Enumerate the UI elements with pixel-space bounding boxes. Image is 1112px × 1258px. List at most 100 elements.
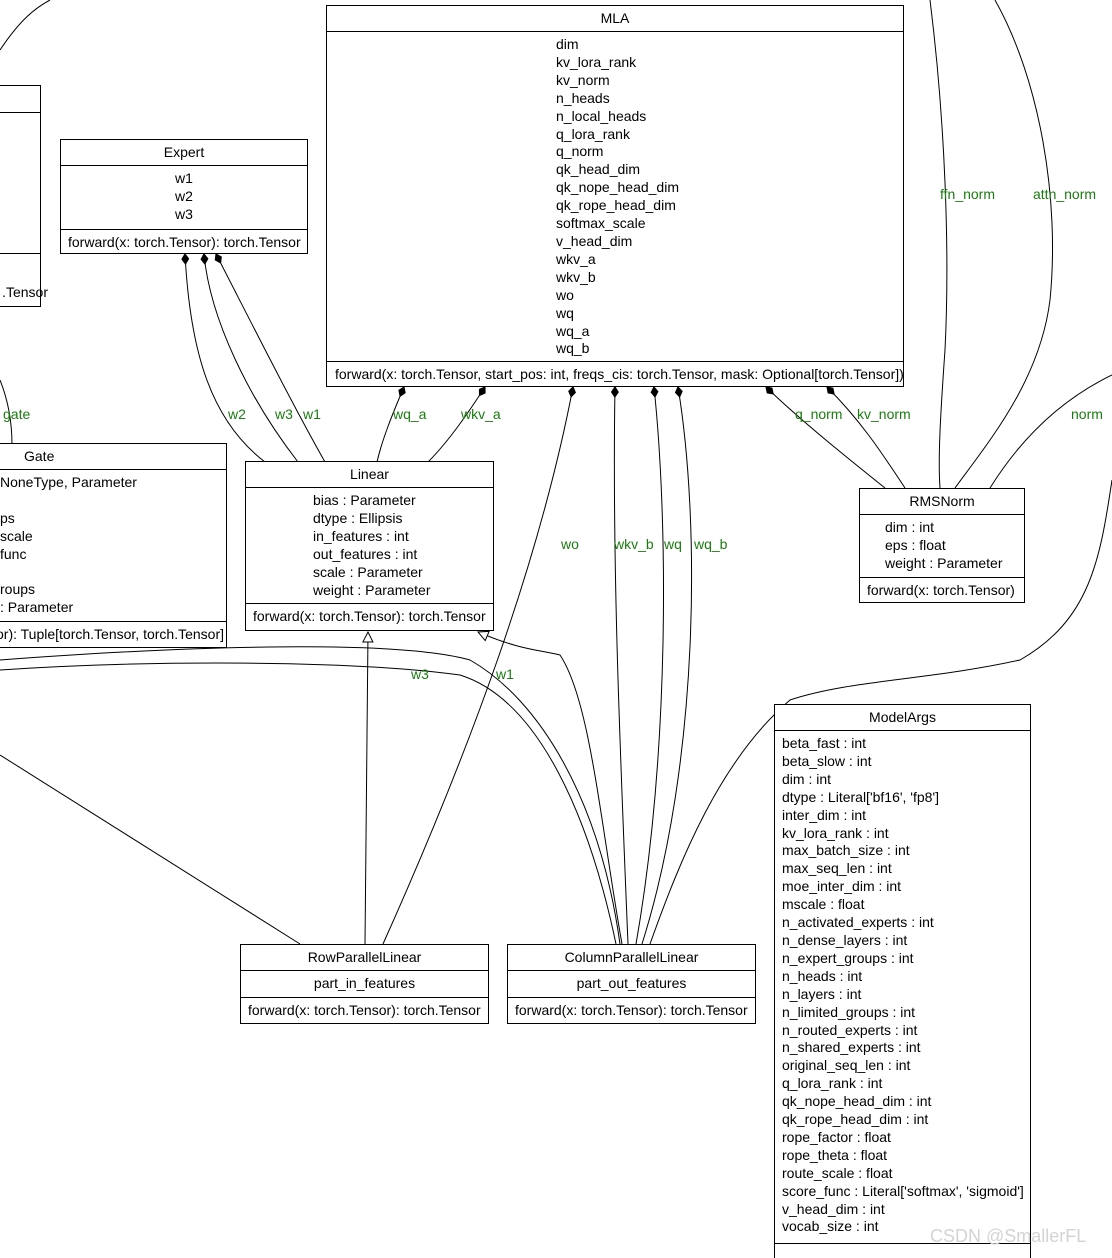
method-list: forward(x: torch.Tensor): torch.Tensor bbox=[241, 996, 488, 1023]
attribute: kv_norm bbox=[556, 71, 610, 88]
label-w2: w2 bbox=[228, 406, 246, 422]
attribute: ps bbox=[0, 509, 15, 526]
edge-wq bbox=[635, 386, 665, 945]
label-attn-norm: attn_norm bbox=[1033, 186, 1097, 202]
attribute: n_routed_experts : int bbox=[782, 1021, 918, 1038]
attribute: n_heads bbox=[556, 89, 610, 106]
attribute: dtype : Literal['bf16', 'fp8'] bbox=[782, 788, 940, 805]
attribute: qk_rope_head_dim bbox=[556, 197, 676, 214]
attribute: NoneType, Parameter bbox=[0, 474, 137, 490]
attribute-list: bias : Parameter dtype : Ellipsis in_featu… bbox=[246, 488, 493, 603]
attribute: route_scale : float bbox=[782, 1164, 893, 1181]
label-wq-a: wq_a bbox=[393, 406, 427, 422]
edge-q-norm bbox=[765, 386, 886, 489]
label-w1-expert: w1 bbox=[303, 406, 321, 422]
attribute: n_expert_groups : int bbox=[782, 949, 914, 966]
attribute: wq_a bbox=[556, 322, 590, 339]
attribute-list: part_out_features bbox=[508, 971, 755, 997]
uml-class-diagram: .Tensor MLA dim kv_lora_rank kv_norm n_head… bbox=[0, 0, 1112, 1258]
attribute: n_dense_layers : int bbox=[782, 931, 908, 948]
watermark: CSDN @SmallerFL bbox=[930, 1226, 1087, 1246]
attribute: func bbox=[0, 545, 27, 562]
attribute: max_seq_len : int bbox=[782, 860, 892, 877]
class-gate: Gate NoneType, Parameter ps scale func roups… bbox=[0, 443, 227, 648]
class-columnparallellinear: ColumnParallelLinear part_out_features f… bbox=[507, 944, 756, 1024]
class-title: ModelArgs bbox=[775, 705, 1030, 731]
edge-left-to-row bbox=[0, 754, 301, 945]
edge-top-left-arc bbox=[0, 0, 51, 51]
method-list: forward(x: torch.Tensor, start_pos: int,… bbox=[327, 361, 904, 387]
edge-w1 bbox=[214, 253, 326, 463]
method-list: forward(x: torch.Tensor): torch.Tensor bbox=[246, 603, 493, 629]
method-list: forward(x: torch.Tensor): torch.Tensor bbox=[508, 996, 755, 1023]
class-rmsnorm: RMSNorm dim : int eps : float weight : Par… bbox=[859, 488, 1025, 603]
attribute: rope_factor : float bbox=[782, 1128, 891, 1145]
attribute: n_shared_experts : int bbox=[782, 1039, 921, 1056]
attribute-list: dim kv_lora_rank kv_norm n_heads n_local_hea… bbox=[327, 32, 903, 361]
label-wq: wq bbox=[664, 536, 682, 552]
attribute: softmax_scale bbox=[556, 215, 646, 232]
attribute: dim : int bbox=[782, 770, 832, 787]
attribute: inter_dim : int bbox=[782, 806, 867, 823]
attribute: qk_nope_head_dim : int bbox=[782, 1093, 932, 1110]
attribute: v_head_dim : int bbox=[782, 1200, 885, 1217]
attribute: in_features : int bbox=[313, 527, 409, 544]
class-title: Linear bbox=[246, 462, 493, 488]
label-w3-expert: w3 bbox=[275, 406, 293, 422]
method-list: forward(x: torch.Tensor): torch.Tensor bbox=[61, 228, 307, 255]
attribute: w2 bbox=[175, 187, 193, 204]
edge-row-inherits-linear bbox=[365, 632, 368, 945]
label-wo: wo bbox=[561, 536, 579, 552]
attribute: wo bbox=[556, 286, 574, 303]
attribute: qk_rope_head_dim : int bbox=[782, 1111, 929, 1128]
attribute: wkv_b bbox=[556, 268, 596, 285]
attribute: part_in_features bbox=[313, 975, 416, 991]
edge-w3-lower bbox=[0, 646, 621, 945]
attribute: n_limited_groups : int bbox=[782, 1003, 916, 1020]
method-list: or): Tuple[torch.Tensor, torch.Tensor] bbox=[0, 621, 226, 647]
attribute: original_seq_len : int bbox=[782, 1057, 911, 1074]
edge-wq-a bbox=[376, 386, 406, 463]
attribute: w1 bbox=[175, 170, 193, 186]
attribute bbox=[0, 564, 226, 582]
label-norm: norm bbox=[1071, 406, 1103, 422]
edge-attn-norm bbox=[954, 0, 1054, 489]
attribute-list: beta_fast : int beta_slow : int dim : int d… bbox=[775, 731, 1030, 1243]
class-linear: Linear bias : Parameter dtype : Ellipsis i… bbox=[245, 461, 494, 631]
attribute: v_head_dim bbox=[556, 232, 633, 249]
class-title: MLA bbox=[327, 6, 903, 32]
attribute: scale : Parameter bbox=[313, 563, 423, 580]
attribute: qk_head_dim bbox=[556, 161, 641, 178]
attribute-list: w1 w2 w3 bbox=[61, 166, 307, 229]
class-rowparallellinear: RowParallelLinear part_in_features forwa… bbox=[240, 944, 489, 1024]
attribute: q_lora_rank bbox=[556, 125, 630, 142]
label-w1-lower: w1 bbox=[496, 666, 514, 682]
attribute: n_layers : int bbox=[782, 985, 862, 1002]
left-partial-class: .Tensor bbox=[0, 85, 48, 307]
label-w3-lower: w3 bbox=[411, 666, 429, 682]
label-ffn-norm: ffn_norm bbox=[940, 186, 995, 202]
attribute: dtype : Ellipsis bbox=[313, 509, 403, 526]
attribute-list: part_in_features bbox=[241, 971, 488, 997]
class-expert: Expert w1 w2 w3 forward(x: torch.Tensor): … bbox=[60, 139, 308, 254]
attribute: dim : int bbox=[885, 519, 935, 535]
attribute: kv_lora_rank bbox=[556, 53, 637, 70]
attribute: wq_b bbox=[556, 340, 590, 357]
attribute: dim bbox=[556, 36, 579, 52]
attribute-list: NoneType, Parameter ps scale func roups: Par… bbox=[0, 470, 226, 621]
attribute: q_lora_rank : int bbox=[782, 1075, 883, 1092]
class-title: Expert bbox=[61, 140, 307, 166]
attribute: rope_theta : float bbox=[782, 1146, 888, 1163]
label-wkv-b: wkv_b bbox=[614, 536, 654, 552]
label-gate: gate bbox=[3, 406, 31, 422]
attribute: bias : Parameter bbox=[313, 492, 416, 508]
attribute: wkv_a bbox=[556, 250, 596, 267]
attribute: out_features : int bbox=[313, 545, 418, 562]
class-title: RMSNorm bbox=[860, 489, 1024, 515]
attribute: eps : float bbox=[885, 536, 946, 553]
attribute-list: dim : int eps : float weight : Parameter bbox=[860, 515, 1024, 577]
attribute: weight : Parameter bbox=[313, 581, 431, 598]
edge-w3 bbox=[200, 253, 299, 463]
class-title: RowParallelLinear bbox=[241, 945, 488, 971]
label-q-norm: q_norm bbox=[795, 406, 843, 422]
